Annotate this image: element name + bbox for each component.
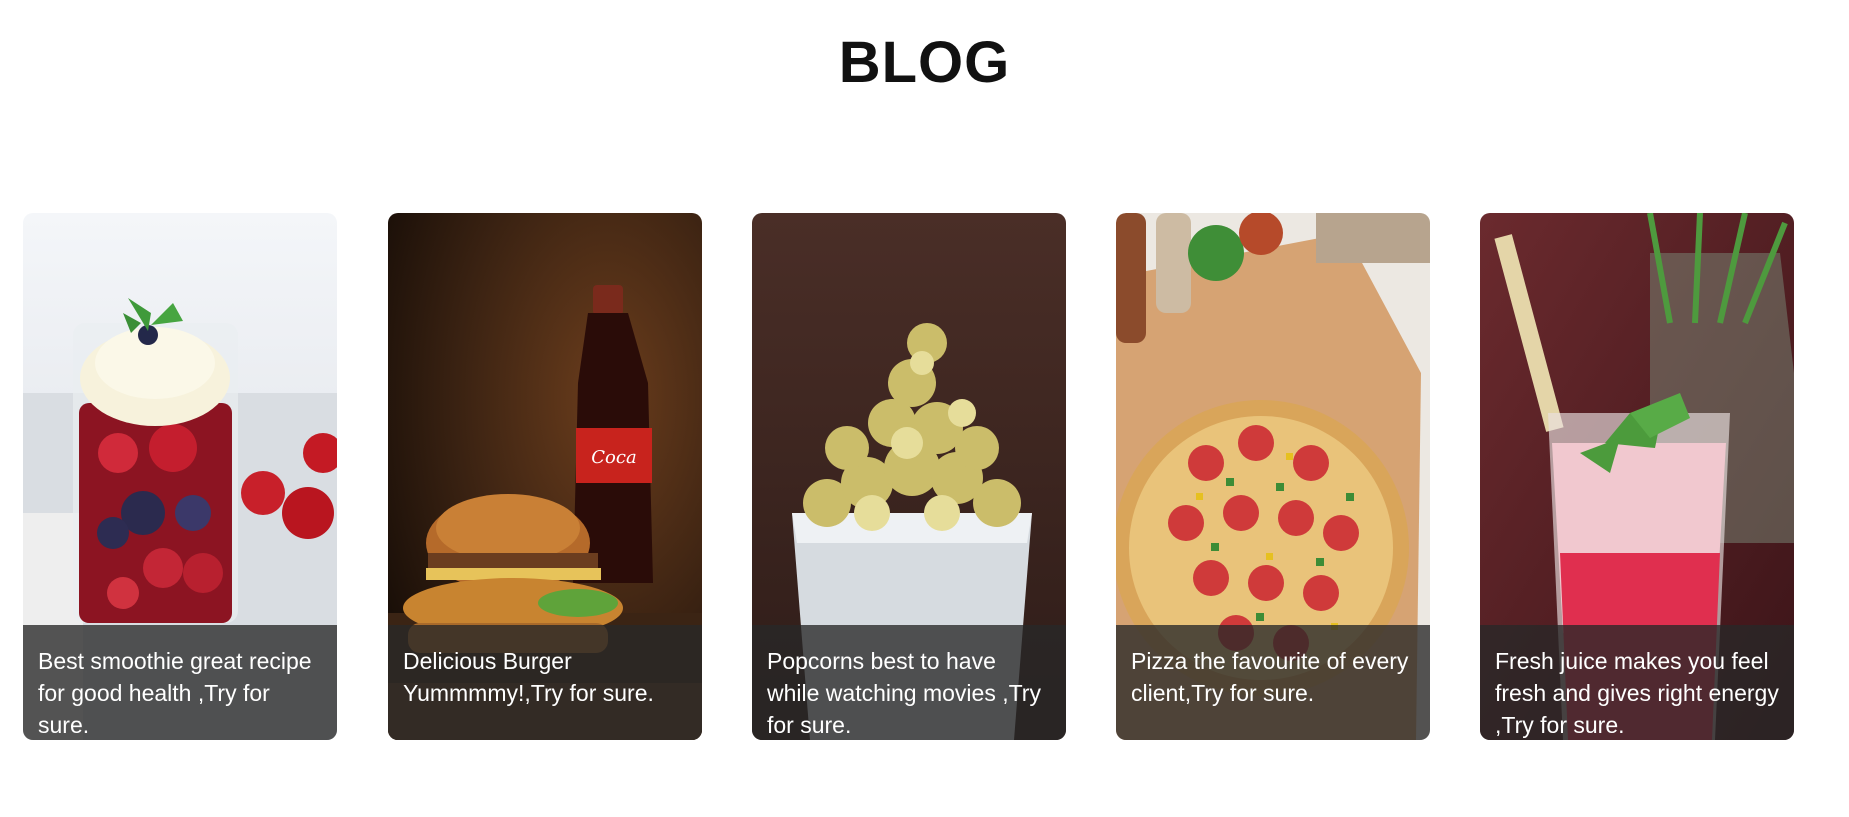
blog-page: BLOG Best smoothie great recipe for good… — [0, 0, 1849, 817]
blog-card[interactable]: Pizza the favourite of every client,Try … — [1116, 213, 1430, 740]
card-caption: Best smoothie great recipe for good heal… — [23, 625, 337, 740]
blog-card[interactable]: Fresh juice makes you feel fresh and giv… — [1480, 213, 1794, 740]
card-caption: Popcorns best to have while watching mov… — [752, 625, 1066, 740]
blog-card-list: Best smoothie great recipe for good heal… — [23, 213, 1823, 740]
card-caption-text[interactable]: Pizza the favourite of every client,Try … — [1131, 645, 1416, 709]
blog-card[interactable]: Best smoothie great recipe for good heal… — [23, 213, 337, 740]
card-caption-text[interactable]: Best smoothie great recipe for good heal… — [38, 645, 323, 740]
card-caption: Delicious Burger Yummmmy!,Try for sure. — [388, 625, 702, 740]
card-caption-text[interactable]: Popcorns best to have while watching mov… — [767, 645, 1052, 740]
card-caption-text[interactable]: Fresh juice makes you feel fresh and giv… — [1495, 645, 1780, 740]
card-caption: Fresh juice makes you feel fresh and giv… — [1480, 625, 1794, 740]
svg-text:Coca: Coca — [591, 447, 636, 468]
page-title: BLOG — [838, 30, 1011, 95]
card-caption: Pizza the favourite of every client,Try … — [1116, 625, 1430, 740]
blog-card[interactable]: Coca Delicious Burger Yummmmy!,Try for s… — [388, 213, 702, 740]
blog-card[interactable]: Popcorns best to have while watching mov… — [752, 213, 1066, 740]
card-caption-text[interactable]: Delicious Burger Yummmmy!,Try for sure. — [403, 645, 688, 709]
